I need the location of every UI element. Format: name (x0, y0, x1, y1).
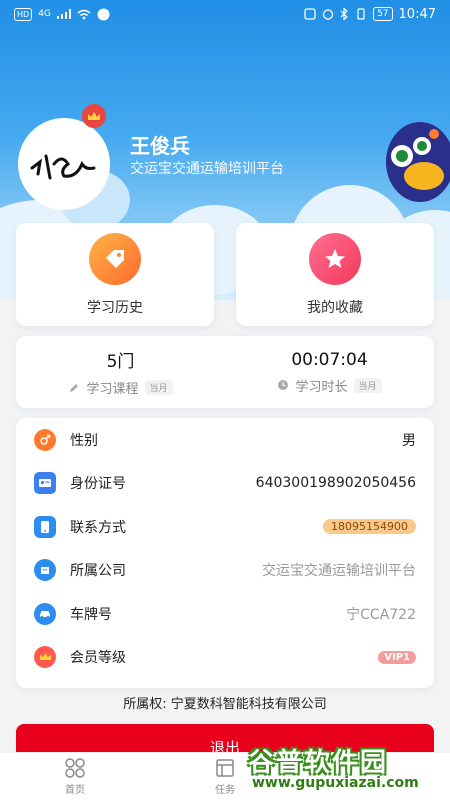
duration-label: 学习时长 (295, 379, 348, 395)
courses-period-tag: 当月 (144, 380, 173, 395)
home-icon (65, 757, 85, 778)
user-organization: 交运宝交通运输培训平台 (130, 161, 284, 177)
id-value: 640300198902050456 (255, 475, 416, 492)
duration-period-tag: 当月 (353, 377, 382, 393)
watermark-title: 谷普软件园 (248, 748, 389, 778)
membership-value: VIP1 (378, 650, 416, 664)
vibrate-icon (357, 8, 365, 20)
phone-icon (34, 515, 56, 538)
nfc-icon (304, 8, 316, 20)
mascot-illustration (386, 122, 450, 202)
signal-label: 4G (38, 9, 51, 19)
alarm-icon (322, 9, 334, 20)
gender-icon (34, 428, 56, 451)
gender-key: 性别 (70, 432, 98, 449)
duration-value: 00:07:04 (291, 349, 368, 370)
task-icon (216, 758, 234, 777)
watermark: 谷普软件园 www.gupuxiazai.com (248, 742, 444, 796)
my-favorites-label: 我的收藏 (307, 299, 363, 316)
info-row-plate[interactable]: 车牌号 宁CCA722 (34, 592, 416, 636)
battery-level: 57 (373, 7, 393, 21)
courses-label: 学习课程 (86, 382, 139, 397)
wifi-icon (77, 9, 91, 19)
company-icon (34, 559, 56, 582)
time: 10:47 (398, 6, 436, 22)
info-row-gender[interactable]: 性别 男 (34, 418, 416, 462)
pencil-icon (70, 383, 79, 392)
courses-value: 5门 (106, 352, 135, 372)
tag-icon (89, 232, 141, 285)
avatar[interactable] (18, 118, 110, 210)
signal-icon (56, 9, 71, 19)
tab-home-label: 首页 (65, 784, 85, 796)
plate-key: 车牌号 (70, 606, 112, 623)
vip-crown-badge (82, 104, 106, 128)
watermark-url: www.gupuxiazai.com (252, 775, 419, 791)
crown-icon (88, 111, 100, 120)
id-key: 身份证号 (70, 476, 126, 493)
bluetooth-icon (340, 8, 348, 20)
stat-duration[interactable]: 00:07:04 学习时长 当月 (225, 336, 434, 408)
hd-indicator: HD (14, 7, 33, 21)
company-value: 交运宝交通运输培训平台 (262, 563, 416, 580)
signature-avatar-image (30, 154, 96, 180)
gender-value: 男 (402, 432, 416, 449)
id-card-icon (34, 472, 56, 495)
learning-stats: 5门 学习课程 当月 00:07:04 学习时长 当月 (16, 336, 434, 408)
membership-key: 会员等级 (70, 650, 126, 667)
info-row-company[interactable]: 所属公司 交运宝交通运输培训平台 (34, 549, 416, 593)
phone-key: 联系方式 (70, 519, 126, 536)
plate-value: 宁CCA722 (346, 606, 416, 623)
car-icon (34, 602, 56, 625)
tab-task-label: 任务 (215, 784, 235, 796)
stat-courses[interactable]: 5门 学习课程 当月 (16, 336, 225, 408)
crown-icon (34, 646, 56, 669)
info-row-phone[interactable]: 联系方式 18095154900 (34, 505, 416, 549)
my-favorites-card[interactable]: 我的收藏 (236, 223, 434, 326)
user-name: 王俊兵 (130, 134, 190, 158)
ownership-text: 所属权: 宁夏数科智能科技有限公司 (123, 697, 327, 712)
app-notification-icon (97, 8, 110, 20)
phone-value: 18095154900 (323, 519, 416, 535)
clock-icon (278, 380, 289, 390)
tab-home[interactable]: 首页 (0, 753, 150, 800)
profile-info-list: 性别 男 身份证号 640300198902050456 联系方式 180951… (16, 418, 434, 688)
info-row-membership[interactable]: 会员等级 VIP1 (34, 636, 416, 680)
star-icon (309, 232, 361, 285)
info-row-id[interactable]: 身份证号 640300198902050456 (34, 462, 416, 506)
status-bar: HD 4G 57 10:47 (0, 0, 450, 28)
study-history-label: 学习历史 (87, 299, 143, 316)
company-key: 所属公司 (70, 563, 126, 580)
study-history-card[interactable]: 学习历史 (16, 223, 214, 326)
feature-cards: 学习历史 我的收藏 (16, 223, 434, 326)
